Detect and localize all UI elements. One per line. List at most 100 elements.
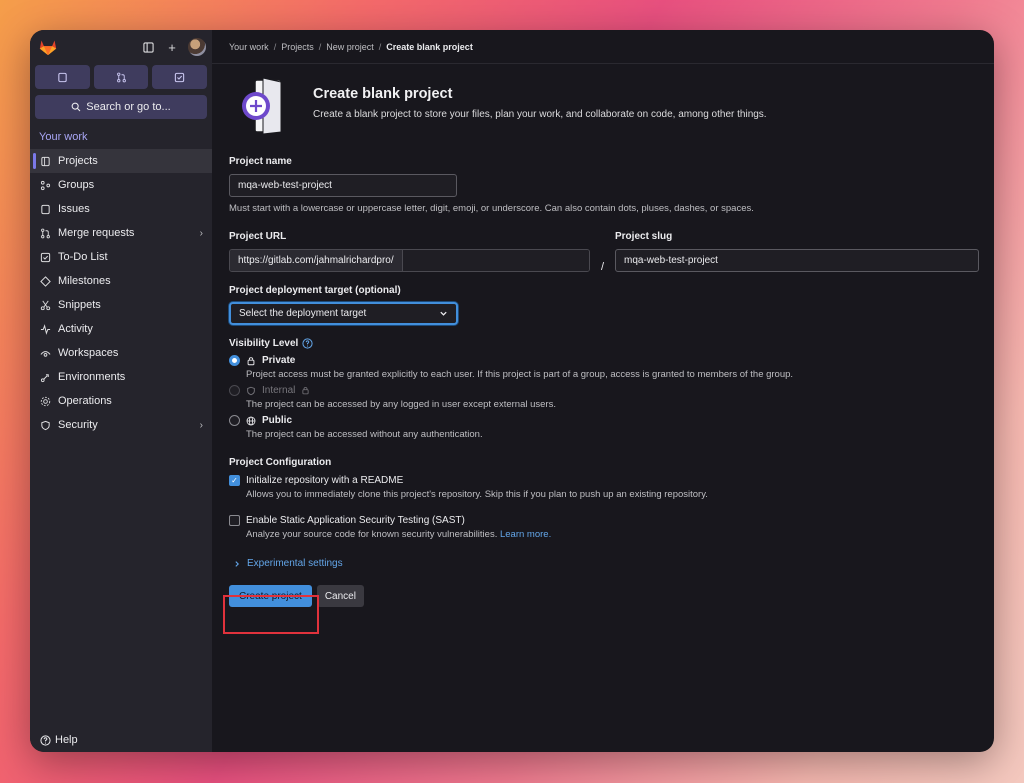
project-url-field: https://gitlab.com/jahmalrichardpro/ — [229, 249, 590, 272]
workspace-icon — [39, 347, 51, 359]
cancel-button[interactable]: Cancel — [316, 585, 364, 607]
sidebar-toggle-icon[interactable] — [140, 39, 156, 55]
project-name-input[interactable]: mqa-web-test-project — [229, 174, 457, 197]
todo-counter-button[interactable] — [152, 65, 208, 89]
todo-icon — [174, 72, 185, 82]
sidebar-item-label: Milestones — [58, 275, 111, 287]
issues-icon — [58, 72, 67, 82]
visibility-public: Public The project can be accessed witho… — [229, 415, 994, 440]
shield-icon — [39, 419, 51, 431]
search-button[interactable]: Search or go to... — [35, 95, 207, 119]
breadcrumb: Your work / Projects / New project / Cre… — [212, 30, 994, 64]
project-name-help: Must start with a lowercase or uppercase… — [229, 203, 754, 214]
sidebar-item-milestones[interactable]: Milestones — [30, 269, 212, 293]
sidebar-item-label: Activity — [58, 323, 93, 335]
internal-label: Internal — [262, 385, 296, 396]
sidebar-top: + — [30, 30, 212, 64]
public-description: The project can be accessed without any … — [246, 429, 483, 440]
breadcrumb-new-project[interactable]: New project — [326, 42, 374, 52]
sidebar-item-label: Merge requests — [58, 227, 135, 239]
private-label: Private — [262, 355, 296, 366]
main-content: Your work / Projects / New project / Cre… — [212, 30, 994, 752]
chevron-down-icon — [440, 311, 447, 316]
merge-requests-counter-button[interactable] — [93, 65, 149, 89]
sidebar-item-environments[interactable]: Environments — [30, 365, 212, 389]
visibility-options: Private Project access must be granted e… — [229, 355, 994, 440]
sidebar-item-to-do-list[interactable]: To-Do List — [30, 245, 212, 269]
sidebar-item-issues[interactable]: Issues — [30, 197, 212, 221]
private-description: Project access must be granted explicitl… — [246, 369, 794, 380]
sast-description: Analyze your source code for known secur… — [246, 529, 498, 540]
help-button[interactable]: Help — [40, 734, 78, 746]
deployment-target-select[interactable]: Select the deployment target — [229, 302, 458, 325]
sidebar-item-label: Projects — [58, 155, 98, 167]
deployment-target-label: Project deployment target (optional) — [229, 285, 401, 296]
lock-icon — [302, 387, 309, 395]
operations-icon — [39, 395, 51, 407]
sidebar-item-merge-requests[interactable]: Merge requests › — [30, 221, 212, 245]
page-title: Create blank project — [313, 86, 453, 102]
breadcrumb-current: Create blank project — [386, 41, 473, 52]
deployment-target-value: Select the deployment target — [239, 308, 367, 319]
sidebar-nav: Projects Groups Issues Merge requests › To-Do… — [30, 149, 212, 437]
sidebar-item-groups[interactable]: Groups — [30, 173, 212, 197]
sidebar-item-label: Environments — [58, 371, 126, 383]
snippet-icon — [39, 299, 51, 311]
issues-icon — [39, 203, 51, 215]
experimental-settings-label: Experimental settings — [247, 558, 343, 569]
sast-checkbox[interactable] — [229, 515, 240, 526]
sidebar-item-activity[interactable]: Activity — [30, 317, 212, 341]
sidebar-item-security[interactable]: Security › — [30, 413, 212, 437]
chevron-right-icon: › — [199, 227, 203, 239]
help-label: Help — [55, 734, 78, 746]
gitlab-logo-icon[interactable] — [38, 38, 58, 56]
lock-icon — [247, 356, 255, 365]
sidebar-item-label: Groups — [58, 179, 95, 191]
page-description: Create a blank project to store your fil… — [313, 109, 767, 120]
project-slug-label: Project slug — [615, 231, 673, 242]
url-slash: / — [600, 261, 605, 273]
milestone-icon — [39, 275, 51, 287]
learn-more-link[interactable]: Learn more. — [500, 529, 551, 540]
private-radio[interactable] — [229, 355, 240, 366]
sidebar-item-projects[interactable]: Projects — [30, 149, 212, 173]
sidebar-item-snippets[interactable]: Snippets — [30, 293, 212, 317]
experimental-settings-toggle[interactable]: Experimental settings — [233, 558, 994, 569]
breadcrumb-projects[interactable]: Projects — [281, 42, 314, 52]
visibility-private: Private Project access must be granted e… — [229, 355, 994, 380]
public-radio[interactable] — [229, 415, 240, 426]
public-label: Public — [262, 415, 293, 426]
blank-project-illustration — [229, 76, 295, 136]
internal-radio[interactable] — [229, 385, 240, 396]
project-icon — [39, 155, 51, 167]
environment-icon — [39, 371, 51, 383]
sidebar-section-title: Your work — [39, 131, 88, 143]
highlight-box — [223, 595, 319, 634]
sast-label: Enable Static Application Security Testi… — [246, 515, 465, 526]
sast-option: Enable Static Application Security Testi… — [229, 515, 994, 540]
sidebar-item-label: Issues — [58, 203, 90, 215]
sidebar-item-label: To-Do List — [58, 251, 108, 263]
search-icon — [71, 102, 81, 112]
question-icon[interactable] — [302, 338, 313, 349]
avatar[interactable] — [188, 38, 206, 56]
project-namespace-select[interactable] — [402, 250, 589, 271]
readme-checkbox[interactable]: ✓ — [229, 475, 240, 486]
plus-icon[interactable]: + — [164, 39, 180, 55]
chevron-right-icon: › — [199, 419, 203, 431]
project-slug-input[interactable]: mqa-web-test-project — [615, 249, 979, 272]
issues-counter-button[interactable] — [35, 65, 90, 89]
shield-icon — [247, 386, 255, 395]
app-window: + Search or go to... Your work Projects G… — [30, 30, 994, 752]
sidebar-item-operations[interactable]: Operations — [30, 389, 212, 413]
visibility-internal: Internal The project can be accessed by … — [229, 385, 994, 410]
breadcrumb-your-work[interactable]: Your work — [229, 42, 269, 52]
readme-description: Allows you to immediately clone this pro… — [246, 489, 708, 500]
sidebar-item-workspaces[interactable]: Workspaces — [30, 341, 212, 365]
sidebar-item-label: Operations — [58, 395, 112, 407]
sidebar-item-label: Snippets — [58, 299, 101, 311]
help-icon — [40, 734, 51, 746]
todo-icon — [39, 251, 51, 263]
project-url-row: Project URL https://gitlab.com/jahmalric… — [229, 231, 994, 273]
project-name-label: Project name — [229, 156, 292, 167]
